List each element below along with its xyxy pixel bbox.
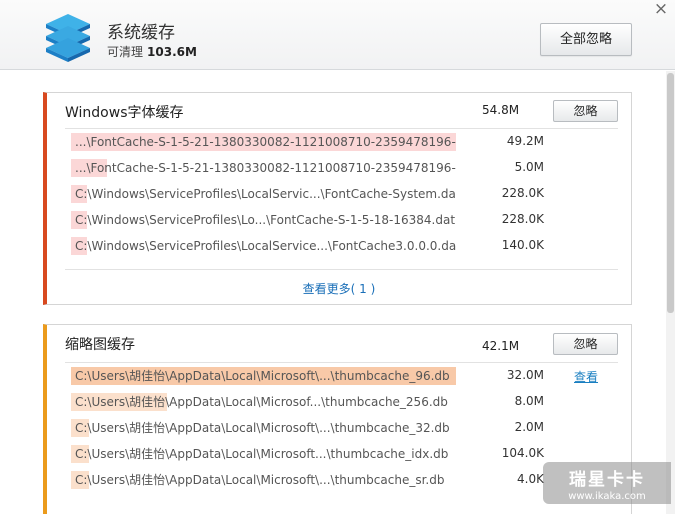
list-item[interactable]: C:\Users\胡佳怡\AppData\Local\Microsof...\t… — [71, 392, 611, 412]
list-item[interactable]: C:\Users\胡佳怡\AppData\Local\Microsoft...\… — [71, 444, 611, 464]
list-item[interactable]: C:\Users\胡佳怡\AppData\Local\Microsoft\...… — [71, 418, 611, 438]
show-more-link[interactable]: 查看更多( 1 ) — [47, 280, 631, 297]
file-path: C:\Users\胡佳怡\AppData\Local\Microsoft\...… — [71, 367, 456, 385]
cache-list: Windows字体缓存 54.8M 忽略 ...\FontCache-S-1-5… — [0, 71, 675, 514]
file-size: 2.0M — [514, 420, 544, 434]
ignore-button[interactable]: 忽略 — [553, 100, 618, 122]
file-size: 8.0M — [514, 394, 544, 408]
file-path: C:\Windows\ServiceProfiles\Lo...\FontCac… — [71, 211, 456, 229]
divider — [65, 269, 618, 270]
watermark-url: www.ikaka.com — [568, 491, 646, 502]
file-size: 140.0K — [501, 238, 544, 252]
file-path: C:\Users\胡佳怡\AppData\Local\Microsoft\...… — [71, 419, 456, 437]
ignore-button[interactable]: 忽略 — [553, 333, 618, 355]
stacked-layers-icon — [46, 14, 90, 62]
file-size: 5.0M — [514, 160, 544, 174]
group-title: 缩略图缓存 — [65, 337, 135, 353]
divider — [65, 128, 618, 129]
view-link[interactable]: 查看 — [574, 368, 598, 385]
close-icon[interactable]: × — [652, 0, 670, 18]
list-item[interactable]: C:\Windows\ServiceProfiles\LocalServic..… — [71, 184, 611, 204]
cleanable-label: 可清理 — [107, 45, 144, 59]
group-size: 54.8M — [482, 103, 520, 117]
file-size: 228.0K — [501, 186, 544, 200]
file-path: C:\Users\胡佳怡\AppData\Local\Microsoft...\… — [71, 445, 456, 463]
group-size: 42.1M — [482, 339, 520, 353]
watermark-brand: 瑞星卡卡 — [569, 470, 645, 490]
list-item[interactable]: ...\FontCache-S-1-5-21-1380330082-112100… — [71, 158, 611, 178]
scrollbar-thumb[interactable] — [667, 73, 674, 313]
file-size: 49.2M — [506, 134, 544, 148]
cleanable-summary: 可清理 103.6M — [107, 43, 197, 60]
file-path: C:\Users\胡佳怡\AppData\Local\Microsoft\...… — [71, 471, 456, 489]
file-size: 4.0K — [517, 472, 544, 486]
file-path: C:\Windows\ServiceProfiles\LocalServic..… — [71, 185, 456, 203]
file-size: 104.0K — [501, 446, 544, 460]
file-size: 32.0M — [506, 368, 544, 382]
file-path: ...\FontCache-S-1-5-21-1380330082-112100… — [71, 133, 456, 151]
group-title: Windows字体缓存 — [65, 105, 184, 121]
cleanable-size: 103.6M — [147, 45, 197, 59]
file-path: C:\Windows\ServiceProfiles\LocalService.… — [71, 237, 456, 255]
file-path: C:\Users\胡佳怡\AppData\Local\Microsof...\t… — [71, 393, 456, 411]
file-path: ...\FontCache-S-1-5-21-1380330082-112100… — [71, 159, 456, 177]
divider — [65, 362, 618, 363]
list-item[interactable]: ...\FontCache-S-1-5-21-1380330082-112100… — [71, 132, 611, 152]
font-cache-group: Windows字体缓存 54.8M 忽略 ...\FontCache-S-1-5… — [43, 92, 632, 305]
file-size: 228.0K — [501, 212, 544, 226]
list-item[interactable]: C:\Windows\ServiceProfiles\Lo...\FontCac… — [71, 210, 611, 230]
list-item[interactable]: C:\Windows\ServiceProfiles\LocalService.… — [71, 236, 611, 256]
ignore-all-button[interactable]: 全部忽略 — [540, 23, 632, 56]
header: 系统缓存 可清理 103.6M 全部忽略 — [0, 0, 675, 70]
page-title: 系统缓存 — [107, 23, 175, 43]
watermark-logo: 瑞星卡卡 www.ikaka.com — [543, 462, 671, 504]
list-item[interactable]: C:\Users\胡佳怡\AppData\Local\Microsoft\...… — [71, 470, 611, 490]
list-item[interactable]: C:\Users\胡佳怡\AppData\Local\Microsoft\...… — [71, 366, 611, 386]
